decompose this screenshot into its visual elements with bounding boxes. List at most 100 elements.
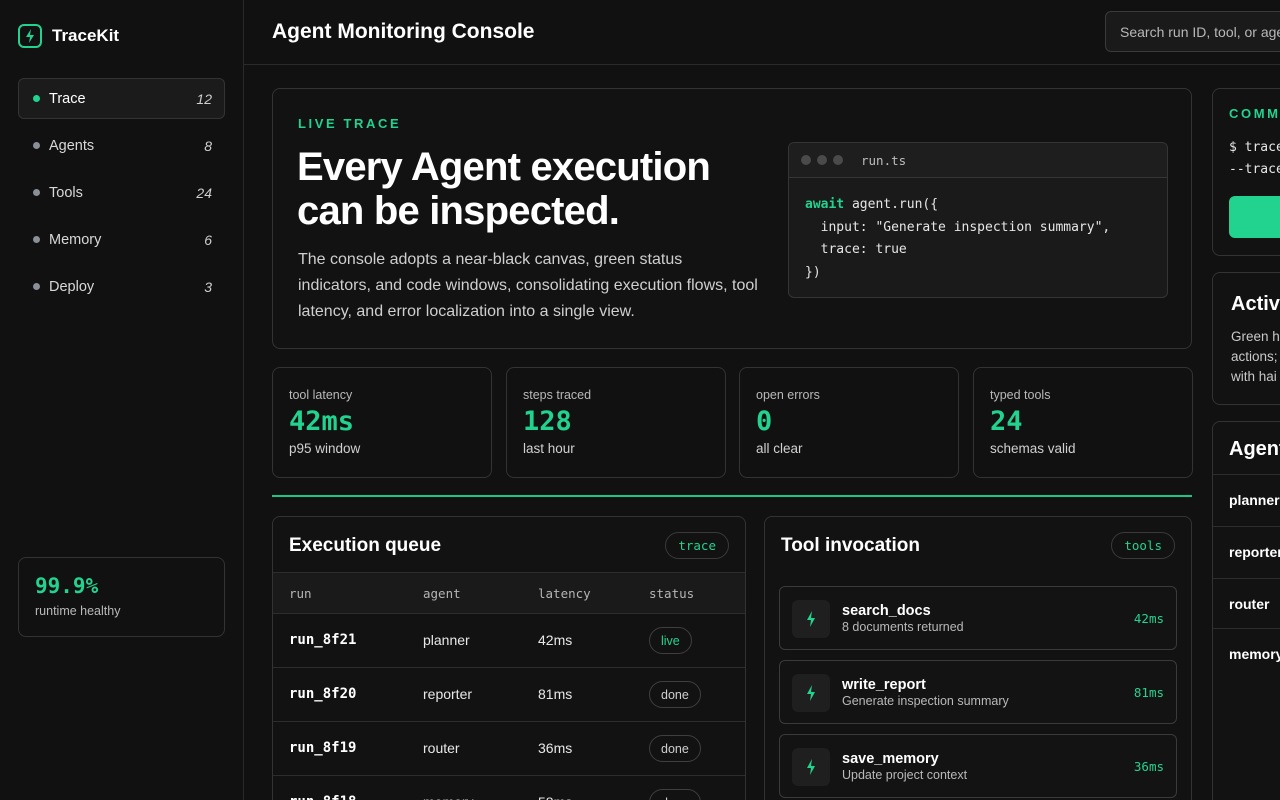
status-dot (33, 283, 40, 290)
status-dot (33, 95, 40, 102)
command-line: --trace (1229, 162, 1280, 177)
tool-latency: 81ms (1133, 685, 1164, 700)
code-body: await agent.run({ input: "Generate inspe… (789, 178, 1167, 297)
page-title: Agent Monitoring Console (272, 20, 535, 43)
tool-item[interactable]: search_docs 8 documents returned 42ms (779, 586, 1177, 650)
latency: 42ms (538, 632, 573, 648)
column-header-latency[interactable]: latency (538, 586, 591, 601)
accent-divider (272, 495, 1192, 497)
agent-name: planner (1229, 492, 1280, 508)
stat-value: 128 (523, 406, 572, 437)
app-name: TraceKit (52, 26, 120, 45)
agent-row[interactable]: reporter (1213, 526, 1280, 578)
table-row[interactable]: run_8f18 memory 58ms done (273, 776, 745, 800)
tool-description: 8 documents returned (842, 620, 964, 634)
status-badge: live (649, 627, 692, 654)
sidebar-nav: Trace 12 Agents 8 Tools 24 Memory 6 Depl… (18, 78, 225, 313)
run-command-button[interactable] (1229, 196, 1280, 238)
agent-name: router (1229, 596, 1270, 612)
stat-value: 42ms (289, 406, 355, 437)
brand[interactable]: TraceKit (18, 24, 119, 48)
status-dot (33, 236, 40, 243)
sidebar: TraceKit Trace 12 Agents 8 Tools 24 Memo… (0, 0, 244, 800)
active-card-title: Active (1231, 293, 1280, 315)
command-line: $ trace (1229, 140, 1280, 155)
bolt-logo-icon (18, 24, 42, 48)
status-dot (33, 189, 40, 196)
command-eyebrow: COMM (1229, 106, 1280, 121)
bolt-icon (792, 674, 830, 712)
column-header-agent[interactable]: agent (423, 586, 461, 601)
table-row[interactable]: run_8f19 router 36ms done (273, 722, 745, 776)
queue-table: run agent latency status run_8f21 planne… (273, 572, 745, 800)
run-id: run_8f21 (289, 632, 357, 648)
sidebar-item-memory[interactable]: Memory 6 (18, 219, 225, 260)
tool-item[interactable]: write_report Generate inspection summary… (779, 660, 1177, 724)
stat-label: tool latency (289, 388, 353, 402)
sidebar-item-agents[interactable]: Agents 8 (18, 125, 225, 166)
stat-value: 0 (756, 406, 773, 437)
stat-sub: last hour (523, 441, 575, 456)
code-text: agent.run({ (844, 197, 939, 212)
tool-name: save_memory (842, 751, 939, 767)
agent-row[interactable]: memory (1213, 628, 1280, 680)
sidebar-item-tools[interactable]: Tools 24 (18, 172, 225, 213)
hero-eyebrow: LIVE TRACE (298, 116, 402, 131)
hero-description: The console adopts a near-black canvas, … (298, 251, 758, 320)
window-dot-icon (801, 155, 811, 165)
column-header-run[interactable]: run (289, 586, 312, 601)
latency: 36ms (538, 740, 573, 756)
stat-card-steps-traced: steps traced 128 last hour (506, 367, 726, 478)
window-dot-icon (833, 155, 843, 165)
agent-name: router (423, 740, 460, 756)
code-line: input: "Generate inspection summary", (805, 219, 1111, 235)
health-value: 99.9% (35, 574, 99, 598)
bolt-icon (792, 748, 830, 786)
tool-item[interactable]: save_memory Update project context 36ms (779, 734, 1177, 798)
live-trace-hero: LIVE TRACE Every Agent execution can be … (272, 88, 1192, 349)
sidebar-item-deploy[interactable]: Deploy 3 (18, 266, 225, 307)
status-badge: done (649, 735, 701, 762)
hero-title: Every Agent execution can be inspected. (297, 145, 711, 233)
table-header: run agent latency status (273, 572, 745, 614)
column-header-status[interactable]: status (649, 586, 694, 601)
latency: 58ms (538, 794, 572, 800)
sidebar-item-label: Deploy (49, 278, 95, 295)
status-badge: done (649, 681, 701, 708)
stat-value: 24 (990, 406, 1023, 437)
stat-card-open-errors: open errors 0 all clear (739, 367, 959, 478)
status-badge: done (649, 789, 701, 800)
trace-pill[interactable]: trace (665, 532, 729, 559)
code-line: await agent.run({ (805, 194, 1151, 217)
agent-row[interactable]: planner (1213, 474, 1280, 526)
health-label: runtime healthy (35, 604, 121, 618)
table-row[interactable]: run_8f21 planner 42ms live (273, 614, 745, 668)
run-id: run_8f18 (289, 794, 356, 800)
sidebar-item-trace[interactable]: Trace 12 (18, 78, 225, 119)
stat-sub: schemas valid (990, 441, 1076, 456)
code-window: run.ts await agent.run({ input: "Generat… (788, 142, 1168, 298)
stat-sub: all clear (756, 441, 803, 456)
agent-name: reporter (1229, 544, 1280, 560)
bolt-icon (792, 600, 830, 638)
sidebar-item-label: Memory (49, 231, 102, 248)
window-dot-icon (817, 155, 827, 165)
tool-latency: 42ms (1133, 611, 1164, 626)
stat-card-tool-latency: tool latency 42ms p95 window (272, 367, 492, 478)
table-row[interactable]: run_8f20 reporter 81ms done (273, 668, 745, 722)
active-card-text: actions; (1231, 349, 1278, 364)
stat-label: typed tools (990, 388, 1051, 402)
agent-name: planner (423, 632, 470, 648)
agent-row[interactable]: router (1213, 578, 1280, 630)
runtime-health-card: 99.9% runtime healthy (18, 557, 225, 637)
sidebar-item-count: 3 (204, 278, 212, 295)
sidebar-item-label: Tools (49, 184, 83, 201)
status-dot (33, 142, 40, 149)
tool-description: Update project context (842, 768, 968, 782)
tool-invocation-panel: Tool invocation tools search_docs 8 docu… (764, 516, 1192, 800)
code-line: trace: true (805, 242, 907, 257)
tools-pill[interactable]: tools (1111, 532, 1175, 559)
search-input[interactable] (1105, 11, 1280, 52)
code-window-titlebar: run.ts (789, 143, 1167, 178)
sidebar-item-count: 6 (204, 231, 212, 248)
